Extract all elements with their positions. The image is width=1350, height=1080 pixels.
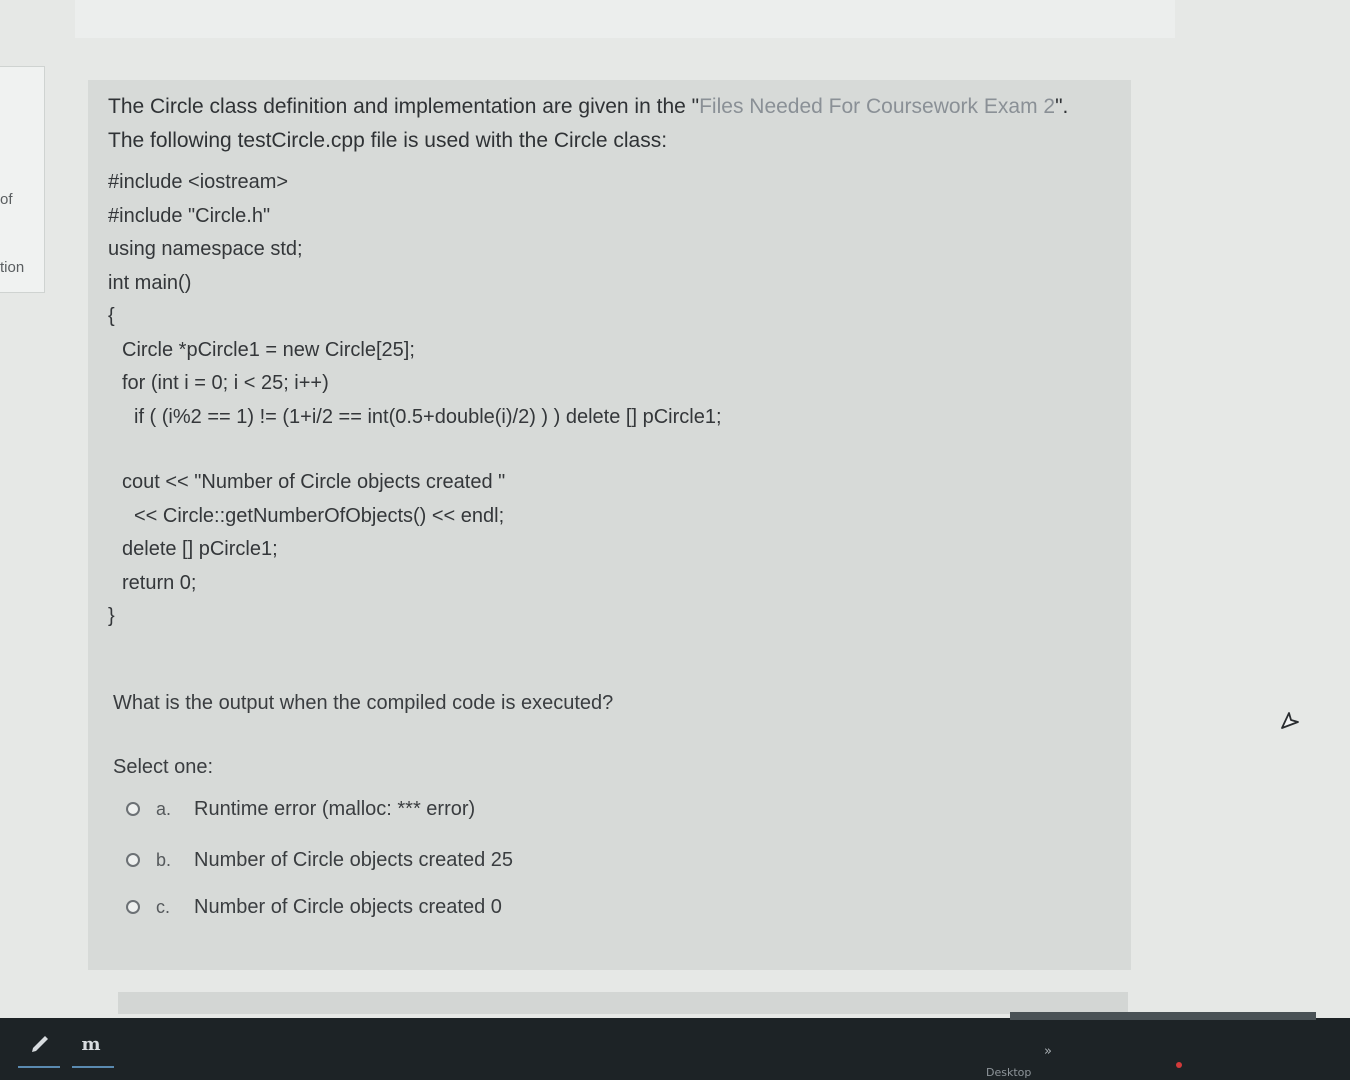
question-card: The Circle class definition and implemen… xyxy=(88,80,1131,970)
option-a[interactable]: a. Runtime error (malloc: *** error) xyxy=(126,795,475,823)
code-line: using namespace std; xyxy=(108,238,303,260)
desktop-label[interactable]: Desktop xyxy=(986,1066,1031,1079)
intro-line-1: The Circle class definition and implemen… xyxy=(108,95,1069,118)
option-c[interactable]: c. Number of Circle objects created 0 xyxy=(126,893,502,921)
left-nav-text-fragment: of xyxy=(0,191,13,208)
option-text[interactable]: Number of Circle objects created 25 xyxy=(194,849,513,872)
code-line: return 0; xyxy=(122,571,197,594)
active-app-indicator xyxy=(72,1066,114,1068)
option-letter: c. xyxy=(156,896,171,917)
code-line: } xyxy=(108,605,115,627)
left-nav-text-fragment: tion xyxy=(0,259,25,276)
code-line: int main() xyxy=(108,271,192,294)
option-b[interactable]: b. Number of Circle objects created 25 xyxy=(126,846,513,874)
intro-line-2: The following testCircle.cpp file is use… xyxy=(108,129,668,152)
page-bottom-strip xyxy=(118,992,1128,1014)
app-icon[interactable]: m xyxy=(78,1034,104,1056)
question-prompt: What is the output when the compiled cod… xyxy=(113,692,614,714)
top-strip xyxy=(75,0,1175,38)
code-line: << Circle::getNumberOfObjects() << endl; xyxy=(134,504,505,527)
code-line: #include <iostream> xyxy=(108,171,289,193)
code-line: #include "Circle.h" xyxy=(108,204,271,227)
option-text[interactable]: Number of Circle objects created 0 xyxy=(194,896,502,919)
code-line: for (int i = 0; i < 25; i++) xyxy=(122,372,329,394)
code-line: cout << "Number of Circle objects create… xyxy=(122,471,506,493)
radio-circle-icon[interactable] xyxy=(126,802,140,816)
option-letter: b. xyxy=(156,849,172,870)
files-needed-link[interactable]: Files Needed For Coursework Exam 2 xyxy=(699,95,1055,118)
code-line: if ( (i%2 == 1) != (1+i/2 == int(0.5+dou… xyxy=(134,405,722,428)
radio-circle-icon[interactable] xyxy=(126,900,140,914)
pen-icon[interactable] xyxy=(28,1032,52,1056)
left-nav-panel[interactable]: of tion xyxy=(0,66,45,293)
mouse-pointer-icon xyxy=(1281,712,1299,729)
select-one-label: Select one: xyxy=(113,756,214,778)
active-app-indicator xyxy=(18,1066,60,1068)
double-chevron-right-icon[interactable]: » xyxy=(1044,1044,1052,1059)
option-letter: a. xyxy=(156,798,172,819)
question-intro: The Circle class definition and implemen… xyxy=(108,90,1068,158)
taskbar-edge xyxy=(1010,1012,1316,1020)
option-text[interactable]: Runtime error (malloc: *** error) xyxy=(194,798,475,821)
code-line: delete [] pCircle1; xyxy=(122,538,278,560)
radio-circle-icon[interactable] xyxy=(126,853,140,867)
code-block: #include <iostream> #include "Circle.h" … xyxy=(108,166,722,634)
code-line: Circle *pCircle1 = new Circle[25]; xyxy=(122,338,415,361)
code-line: { xyxy=(108,305,115,327)
taskbar: m » Desktop xyxy=(0,1012,1350,1080)
tray-notification-dot xyxy=(1176,1062,1182,1068)
